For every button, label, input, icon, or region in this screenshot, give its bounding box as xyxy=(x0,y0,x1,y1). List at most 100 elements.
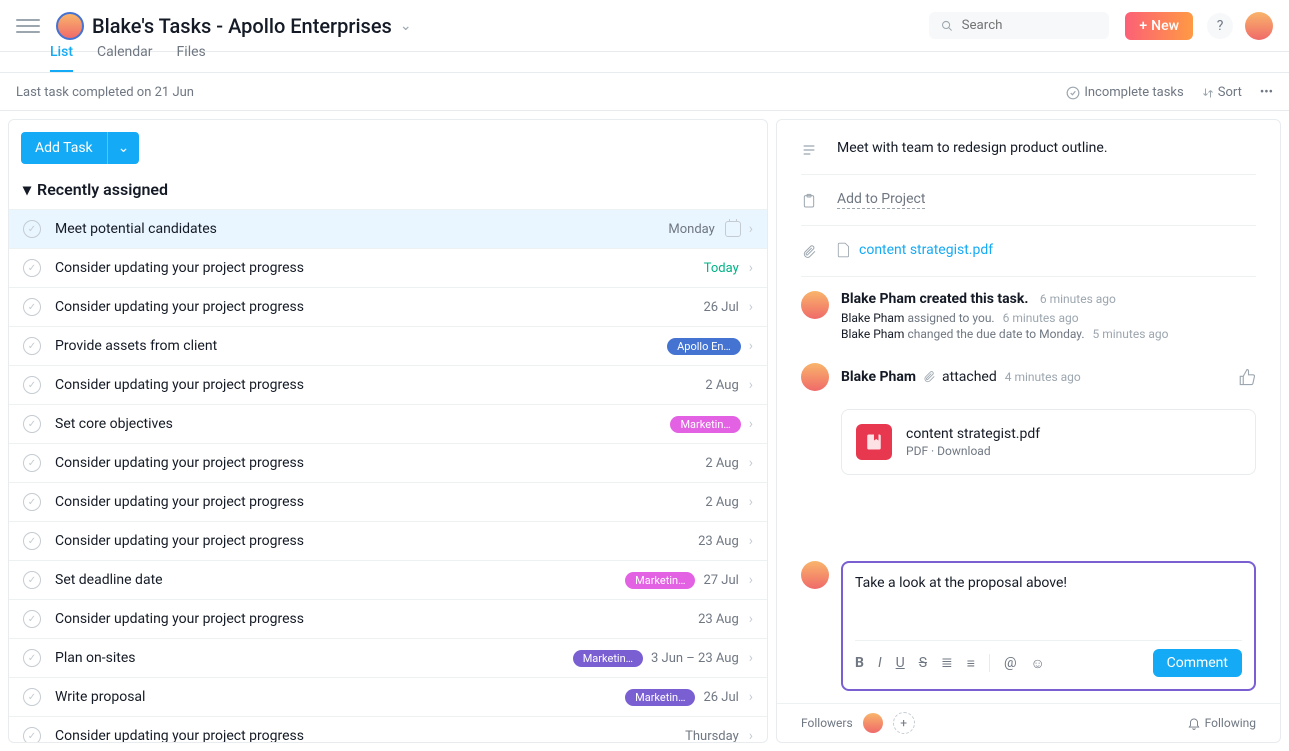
task-row[interactable]: ✓Consider updating your project progress… xyxy=(9,521,767,560)
chevron-right-icon: › xyxy=(749,299,753,315)
task-row[interactable]: ✓Plan on-sitesMarketin…3 Jun – 23 Aug› xyxy=(9,638,767,677)
task-due: Today xyxy=(704,261,739,276)
add-follower-button[interactable]: + xyxy=(893,712,915,734)
chevron-right-icon: › xyxy=(749,260,753,276)
caret-down-icon: ▾ xyxy=(23,180,31,199)
tab-files[interactable]: Files xyxy=(177,44,206,72)
description-icon xyxy=(801,142,817,158)
comment-button[interactable]: Comment xyxy=(1153,649,1242,677)
task-detail-panel: Meet with team to redesign product outli… xyxy=(776,119,1281,743)
calendar-icon[interactable] xyxy=(725,221,741,237)
check-circle-icon xyxy=(1066,86,1080,100)
task-row[interactable]: ✓Consider updating your project progress… xyxy=(9,365,767,404)
like-icon[interactable] xyxy=(1238,368,1256,386)
help-button[interactable]: ? xyxy=(1207,13,1233,39)
complete-circle[interactable]: ✓ xyxy=(23,220,41,238)
tab-calendar[interactable]: Calendar xyxy=(97,44,153,72)
strike-icon[interactable]: S xyxy=(919,655,927,672)
more-icon[interactable]: ••• xyxy=(1260,85,1273,100)
task-row[interactable]: ✓Write proposalMarketin…26 Jul› xyxy=(9,677,767,716)
follower-avatar[interactable] xyxy=(863,713,883,733)
attachment-link[interactable]: content strategist.pdf xyxy=(859,242,993,258)
task-due: 2 Aug xyxy=(705,456,738,471)
task-title: Write proposal xyxy=(55,689,625,705)
task-row[interactable]: ✓Consider updating your project progress… xyxy=(9,443,767,482)
complete-circle[interactable]: ✓ xyxy=(23,493,41,511)
tabs: List Calendar Files xyxy=(0,44,1289,73)
chevron-right-icon: › xyxy=(749,338,753,354)
user-avatar[interactable] xyxy=(1245,12,1273,40)
task-title: Consider updating your project progress xyxy=(55,260,704,276)
task-row[interactable]: ✓Consider updating your project progress… xyxy=(9,482,767,521)
project-pill[interactable]: Marketin… xyxy=(573,650,643,667)
complete-circle[interactable]: ✓ xyxy=(23,571,41,589)
add-task-dropdown[interactable]: ⌄ xyxy=(107,132,140,164)
section-header[interactable]: ▾ Recently assigned xyxy=(9,176,767,209)
complete-circle[interactable]: ✓ xyxy=(23,454,41,472)
tab-list[interactable]: List xyxy=(50,44,73,72)
download-link[interactable]: Download xyxy=(937,444,990,458)
avatar xyxy=(801,561,829,589)
last-completed-text: Last task completed on 21 Jun xyxy=(16,85,194,100)
chevron-right-icon: › xyxy=(749,455,753,471)
chevron-down-icon[interactable]: ⌄ xyxy=(400,18,412,34)
task-row[interactable]: ✓Meet potential candidatesMonday› xyxy=(9,209,767,248)
task-due: 2 Aug xyxy=(705,495,738,510)
complete-circle[interactable]: ✓ xyxy=(23,415,41,433)
task-row[interactable]: ✓Provide assets from clientApollo En…› xyxy=(9,326,767,365)
task-row[interactable]: ✓Consider updating your project progress… xyxy=(9,599,767,638)
comment-toolbar: B I U S ≣ ≡ @ ☺ Comment xyxy=(855,640,1242,677)
task-due: 27 Jul xyxy=(703,573,738,588)
complete-circle[interactable]: ✓ xyxy=(23,727,41,742)
bullet-list-icon[interactable]: ≣ xyxy=(941,655,953,672)
bold-icon[interactable]: B xyxy=(855,655,864,672)
task-row[interactable]: ✓Consider updating your project progress… xyxy=(9,716,767,742)
search-input[interactable] xyxy=(962,18,1098,33)
complete-circle[interactable]: ✓ xyxy=(23,649,41,667)
task-due: Monday xyxy=(668,222,714,237)
pdf-icon xyxy=(856,424,892,460)
workspace-avatar[interactable] xyxy=(56,12,84,40)
underline-icon[interactable]: U xyxy=(896,655,905,672)
clipboard-icon xyxy=(801,193,817,209)
chevron-right-icon: › xyxy=(749,533,753,549)
task-row[interactable]: ✓Consider updating your project progress… xyxy=(9,287,767,326)
complete-circle[interactable]: ✓ xyxy=(23,376,41,394)
complete-circle[interactable]: ✓ xyxy=(23,688,41,706)
complete-circle[interactable]: ✓ xyxy=(23,532,41,550)
complete-circle[interactable]: ✓ xyxy=(23,337,41,355)
complete-circle[interactable]: ✓ xyxy=(23,298,41,316)
mention-icon[interactable]: @ xyxy=(1004,655,1017,671)
add-task-button-group: Add Task ⌄ xyxy=(21,132,139,164)
attachment-card[interactable]: content strategist.pdf PDF · Download xyxy=(841,409,1256,475)
project-pill[interactable]: Marketin… xyxy=(625,572,695,589)
italic-icon[interactable]: I xyxy=(878,655,882,672)
add-to-project[interactable]: Add to Project xyxy=(837,191,925,209)
add-task-button[interactable]: Add Task xyxy=(21,132,107,164)
task-list-panel: Add Task ⌄ ▾ Recently assigned ✓ Meet pot… xyxy=(8,119,768,743)
comment-input[interactable]: Take a look at the proposal above! B I U… xyxy=(841,561,1256,691)
sort-button[interactable]: Sort xyxy=(1202,85,1242,100)
menu-icon[interactable] xyxy=(16,14,40,38)
chevron-right-icon: › xyxy=(749,611,753,627)
avatar xyxy=(801,363,829,391)
project-pill[interactable]: Marketin… xyxy=(625,689,695,706)
task-row[interactable]: ✓Set core objectivesMarketin…› xyxy=(9,404,767,443)
chevron-right-icon: › xyxy=(749,728,753,742)
task-row[interactable]: ✓ Consider updating your project progress… xyxy=(9,248,767,287)
workspace-title: Blake's Tasks - Apollo Enterprises xyxy=(92,14,392,38)
comment-textarea[interactable]: Take a look at the proposal above! xyxy=(855,575,1242,640)
project-pill[interactable]: Marketin… xyxy=(670,416,740,433)
complete-circle[interactable]: ✓ xyxy=(23,610,41,628)
numbered-list-icon[interactable]: ≡ xyxy=(967,655,975,672)
subbar: Last task completed on 21 Jun Incomplete… xyxy=(0,75,1289,111)
project-pill[interactable]: Apollo En… xyxy=(667,338,741,355)
task-title: Meet potential candidates xyxy=(55,221,668,237)
complete-circle[interactable]: ✓ xyxy=(23,259,41,277)
activity-created: Blake Pham created this task. 6 minutes … xyxy=(801,281,1256,353)
filter-incomplete[interactable]: Incomplete tasks xyxy=(1066,85,1183,100)
search-box[interactable] xyxy=(929,12,1109,39)
task-row[interactable]: ✓Set deadline dateMarketin…27 Jul› xyxy=(9,560,767,599)
new-button[interactable]: +New xyxy=(1125,12,1193,40)
emoji-icon[interactable]: ☺ xyxy=(1031,655,1045,672)
